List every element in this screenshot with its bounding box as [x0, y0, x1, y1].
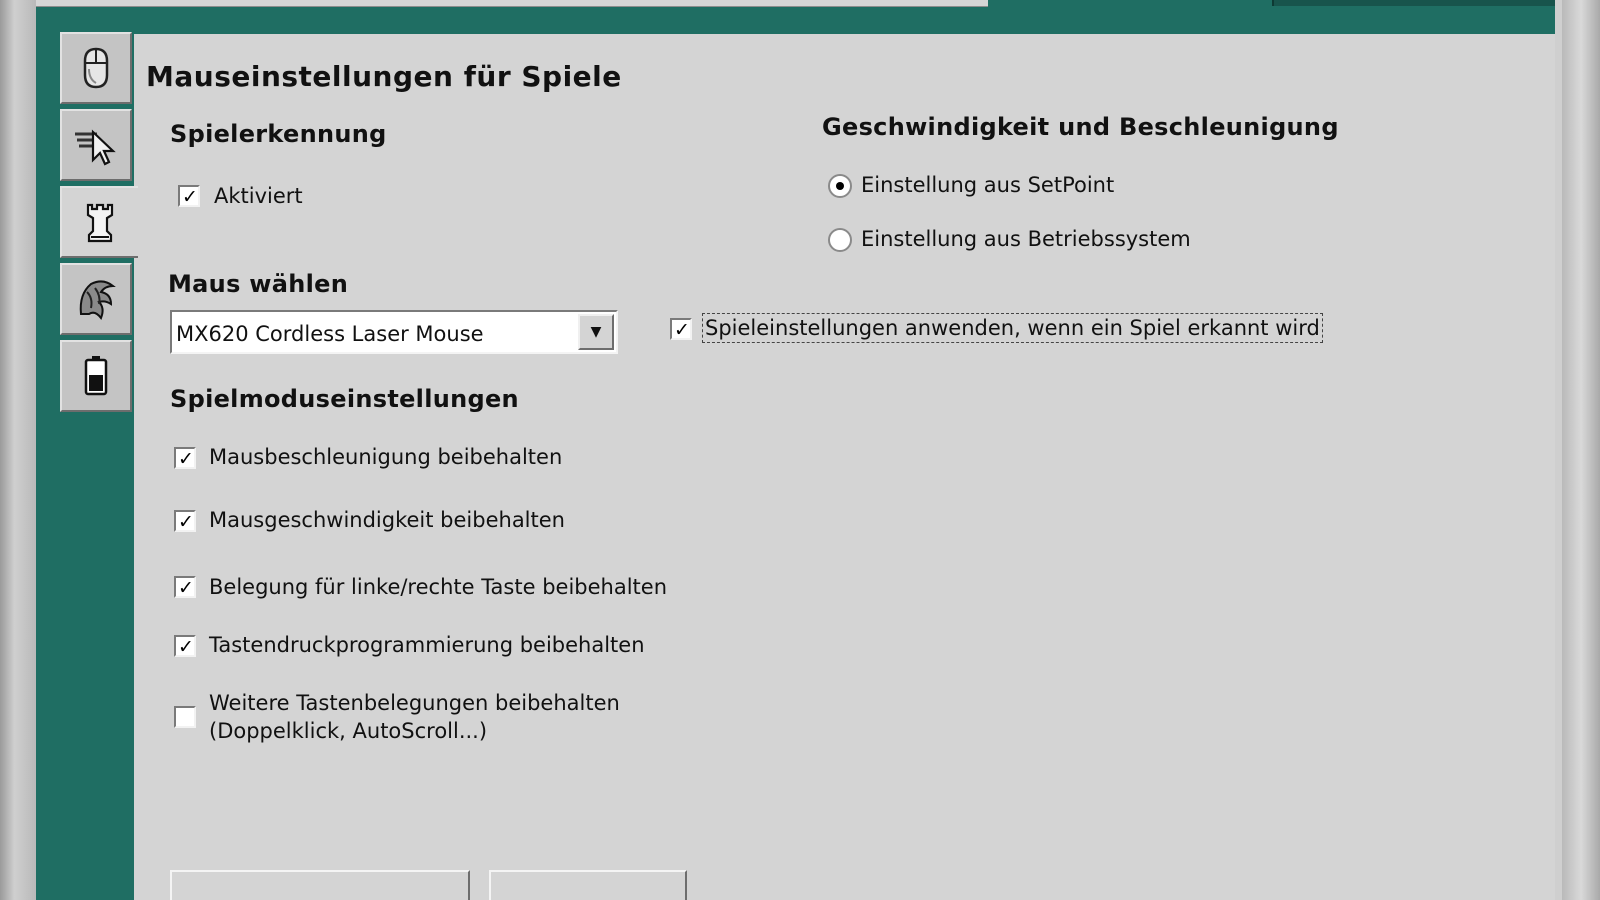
desktop-left-edge [0, 0, 36, 900]
sidebar-item-games[interactable] [60, 186, 138, 258]
window-right-border [1555, 0, 1562, 900]
radio-selected-dot [836, 182, 844, 190]
page-title: Mauseinstellungen für Spiele [146, 60, 622, 93]
sidebar-item-pointer[interactable] [60, 109, 132, 181]
detection-enabled-label: Aktiviert [214, 184, 303, 208]
detection-heading: Spielerkennung [170, 120, 387, 148]
mouse-select-heading: Maus wählen [168, 270, 349, 298]
mode-option-checkbox[interactable]: ✓ [174, 635, 196, 658]
mouse-select-dropdown[interactable]: MX620 Cordless Laser Mouse ▼ [170, 310, 618, 354]
dragon-icon [79, 280, 116, 321]
mode-option-checkbox[interactable]: ✓ [174, 576, 196, 599]
top-dark-bar [1272, 0, 1560, 6]
check-mark-icon: ✓ [178, 577, 194, 599]
check-mark-icon: ✓ [674, 319, 690, 341]
check-mark-icon: ✓ [182, 186, 198, 208]
mode-option-label: Mausgeschwindigkeit beibehalten [209, 508, 565, 532]
desktop-right-edge [1562, 0, 1600, 900]
mode-option-label-line2: (Doppelklick, AutoScroll...) [209, 719, 488, 743]
speed-heading: Geschwindigkeit und Beschleunigung [822, 113, 1339, 141]
sidebar-icon-column [60, 32, 138, 417]
speed-option-radio[interactable] [828, 228, 852, 252]
speed-option-label: Einstellung aus Betriebssystem [861, 227, 1191, 251]
check-mark-icon: ✓ [178, 636, 194, 658]
speed-option-label: Einstellung aus SetPoint [861, 173, 1115, 197]
bottom-button[interactable] [489, 870, 687, 900]
check-mark-icon: ✓ [178, 511, 194, 533]
battery-icon [84, 356, 108, 396]
apply-settings-checkbox[interactable]: ✓ [670, 318, 692, 341]
sidebar-item-battery[interactable] [60, 340, 132, 412]
mode-option-checkbox[interactable]: ✓ [174, 447, 196, 470]
mode-heading: Spielmoduseinstellungen [170, 385, 519, 413]
mouse-icon [83, 47, 109, 89]
mode-option-label-line1: Weitere Tastenbelegungen beibehalten [209, 691, 620, 715]
pointer-icon [75, 129, 116, 166]
sidebar-item-gaming-mouse[interactable] [60, 263, 132, 335]
top-field[interactable] [36, 0, 988, 7]
mode-option-label: Tastendruckprogrammierung beibehalten [209, 633, 645, 657]
dropdown-arrow-icon[interactable]: ▼ [578, 314, 614, 350]
chess-rook-icon [86, 203, 114, 243]
mode-option-label: Mausbeschleunigung beibehalten [209, 445, 563, 469]
detection-enabled-checkbox[interactable]: ✓ [178, 185, 200, 208]
apply-settings-label[interactable]: Spieleinstellungen anwenden, wenn ein Sp… [702, 313, 1323, 343]
sidebar-item-mouse[interactable] [60, 32, 132, 104]
check-mark-icon: ✓ [178, 448, 194, 470]
bottom-button[interactable] [170, 870, 470, 900]
speed-option-radio[interactable] [828, 174, 852, 198]
mode-option-checkbox[interactable]: ✓ [174, 510, 196, 533]
mode-option-checkbox[interactable] [174, 706, 196, 728]
mode-option-label: Belegung für linke/rechte Taste beibehal… [209, 575, 668, 599]
mouse-select-value: MX620 Cordless Laser Mouse [176, 322, 484, 346]
